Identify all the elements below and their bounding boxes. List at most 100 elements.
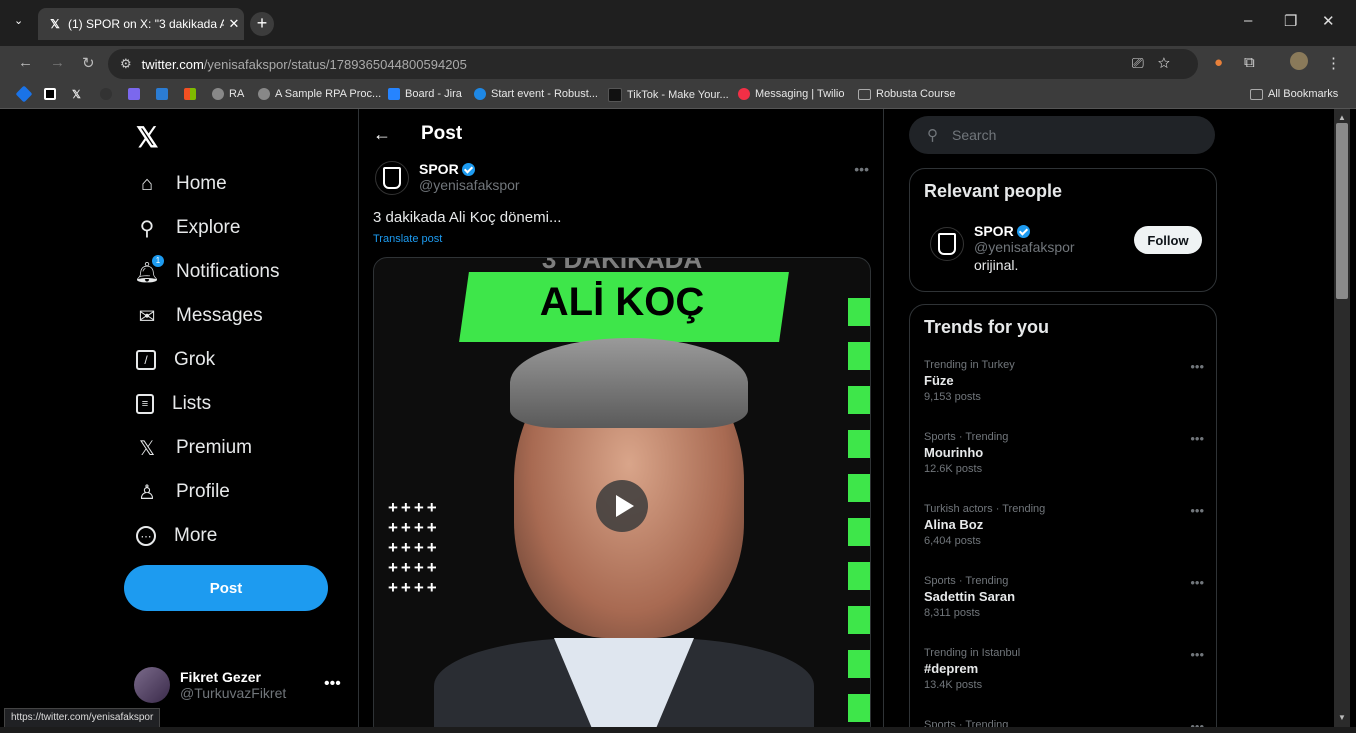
search-input[interactable]: ⚲ Search — [909, 116, 1215, 154]
site-info-icon[interactable]: ⚙ — [120, 56, 132, 72]
menu-kebab-icon[interactable]: ⋮ — [1326, 54, 1341, 72]
twilio-icon — [738, 88, 750, 100]
trend-count: 13.4K posts — [924, 679, 983, 691]
page-scrollbar[interactable]: ▲ ▼ — [1334, 109, 1350, 727]
list-icon: ≡ — [136, 394, 154, 414]
bookmark-tiktok[interactable]: TikTok - Make Your... — [608, 88, 729, 102]
nav-messages[interactable]: ✉ Messages — [136, 305, 263, 328]
back-arrow-icon[interactable]: ← — [373, 124, 391, 145]
status-bar-url: https://twitter.com/yenisafakspor — [4, 708, 161, 728]
post-button[interactable]: Post — [124, 565, 328, 611]
relevant-person[interactable]: SPOR @yenisafakspor orijinal. — [924, 223, 1075, 273]
x-logo-icon[interactable]: 𝕏 — [136, 121, 159, 154]
trend-more-icon[interactable]: ••• — [1190, 503, 1204, 518]
search-icon: ⚲ — [139, 217, 155, 240]
tab-close-icon[interactable]: ✕ — [224, 16, 244, 32]
nav-label: Explore — [176, 217, 241, 238]
trend-more-icon[interactable]: ••• — [1190, 575, 1204, 590]
bookmark-item[interactable] — [100, 88, 117, 100]
star-icon[interactable]: ☆ — [1158, 55, 1184, 72]
new-tab-button[interactable]: + — [250, 12, 274, 36]
minimize-button[interactable]: – — [1244, 12, 1252, 29]
profile-avatar[interactable] — [1290, 52, 1308, 70]
post-text: 3 dakikada Ali Koç dönemi... — [373, 209, 562, 226]
post-more-icon[interactable]: ••• — [854, 161, 869, 177]
author-name-row: SPOR — [419, 161, 520, 177]
account-switcher[interactable]: Fikret Gezer @TurkuvazFikret ••• — [134, 667, 341, 703]
nav-grok[interactable]: / Grok — [136, 349, 215, 371]
browser-tab[interactable]: 𝕏 (1) SPOR on X: "3 dakikada Ali K ✕ — [38, 8, 244, 40]
post-video[interactable]: 3 DAKİKADA ALİ KOÇ ++++ ++++ ++++ ++++ ++++ — [373, 257, 871, 727]
back-icon[interactable]: ← — [18, 54, 33, 71]
media-title: ALİ KOÇ — [539, 280, 705, 324]
scroll-down-icon[interactable]: ▼ — [1338, 713, 1346, 722]
page-title: Post — [421, 123, 463, 144]
window-close-button[interactable]: ✕ — [1322, 12, 1335, 30]
nav-label: Profile — [176, 481, 230, 502]
nav-home[interactable]: ⌂ Home — [136, 173, 227, 195]
extensions-puzzle-icon[interactable]: ⧉ — [1244, 54, 1255, 71]
person-avatar[interactable] — [930, 227, 964, 261]
tab-list-button[interactable]: ⌄ — [14, 14, 23, 27]
url-domain: twitter.com — [141, 56, 204, 72]
verified-badge-icon — [461, 162, 475, 176]
trend-item[interactable]: Turkish actors · Trending Alina Boz 6,40… — [924, 503, 1204, 547]
bookmark-twilio[interactable]: Messaging | Twilio — [738, 88, 844, 100]
reload-icon[interactable]: ↻ — [82, 54, 95, 72]
nav-premium[interactable]: 𝕏 Premium — [136, 437, 252, 460]
clickup-icon — [128, 88, 140, 100]
forward-icon[interactable]: → — [50, 54, 65, 71]
trend-item[interactable]: Sports · Trending Sadettin Saran 8,311 p… — [924, 575, 1204, 619]
trend-context: Sports · Trending — [924, 575, 1009, 587]
post-header: ← Post — [373, 123, 462, 145]
nav-more[interactable]: ⋯ More — [136, 525, 217, 547]
trend-more-icon[interactable]: ••• — [1190, 431, 1204, 446]
bookmark-jira[interactable]: Board - Jira — [388, 88, 462, 100]
post-author[interactable]: SPOR @yenisafakspor — [375, 161, 520, 195]
media-side-pattern — [848, 298, 870, 727]
play-button-icon[interactable] — [596, 480, 648, 532]
nav-notifications[interactable]: 🔔︎ 1 Notifications — [134, 255, 280, 284]
more-circle-icon: ⋯ — [136, 526, 156, 546]
nav-label: Notifications — [176, 261, 280, 282]
trend-count: 12.6K posts — [924, 463, 983, 475]
bookmark-item[interactable] — [15, 85, 35, 103]
trend-item[interactable]: Trending in Turkey Füze 9,153 posts ••• — [924, 359, 1204, 403]
bookmark-item[interactable] — [44, 88, 61, 100]
trend-more-icon[interactable]: ••• — [1190, 719, 1204, 727]
trend-more-icon[interactable]: ••• — [1190, 359, 1204, 374]
nav-profile[interactable]: ♙ Profile — [136, 481, 230, 504]
extension-icon[interactable]: ● — [1214, 54, 1223, 71]
bookmark-robusta-course[interactable]: Robusta Course — [858, 88, 956, 100]
nav-explore[interactable]: ⚲ Explore — [136, 217, 241, 240]
bookmark-item[interactable] — [184, 88, 201, 100]
bookmark-label: TikTok - Make Your... — [627, 89, 729, 101]
follow-button[interactable]: Follow — [1134, 226, 1202, 254]
trend-item[interactable]: Sports · Trending ••• — [924, 719, 1204, 727]
trend-more-icon[interactable]: ••• — [1190, 647, 1204, 662]
translate-link[interactable]: Translate post — [373, 233, 442, 245]
nav-lists[interactable]: ≡ Lists — [136, 393, 211, 415]
address-bar[interactable]: ⚙ twitter.com/yenisafakspor/status/17893… — [108, 49, 1198, 79]
bookmark-rpa-process[interactable]: A Sample RPA Proc... — [258, 88, 381, 100]
trend-item[interactable]: Trending in Istanbul #deprem 13.4K posts… — [924, 647, 1204, 691]
bookmark-item[interactable]: 𝕏 — [72, 88, 81, 101]
bookmark-item[interactable] — [156, 88, 173, 100]
avatar — [134, 667, 170, 703]
scroll-up-icon[interactable]: ▲ — [1338, 113, 1346, 122]
relevant-people-card: Relevant people SPOR @yenisafakspor orij… — [909, 168, 1217, 292]
trend-topic: Alina Boz — [924, 517, 984, 532]
bookmark-start-event[interactable]: Start event - Robust... — [474, 88, 598, 100]
trend-item[interactable]: Sports · Trending Mourinho 12.6K posts •… — [924, 431, 1204, 475]
author-avatar[interactable] — [375, 161, 409, 195]
trend-topic: #deprem — [924, 661, 979, 676]
bookmark-favicon-icon — [44, 88, 56, 100]
maximize-button[interactable]: ❐ — [1284, 12, 1297, 30]
install-icon[interactable]: ⎚ — [1132, 55, 1158, 72]
scrollbar-thumb[interactable] — [1336, 123, 1348, 299]
bookmark-label: All Bookmarks — [1268, 88, 1339, 100]
bookmark-item[interactable] — [128, 88, 145, 100]
bookmark-all-bookmarks[interactable]: All Bookmarks — [1250, 88, 1338, 100]
bookmark-ra[interactable]: RA — [212, 88, 244, 100]
trends-card: Trends for you Trending in Turkey Füze 9… — [909, 304, 1217, 727]
